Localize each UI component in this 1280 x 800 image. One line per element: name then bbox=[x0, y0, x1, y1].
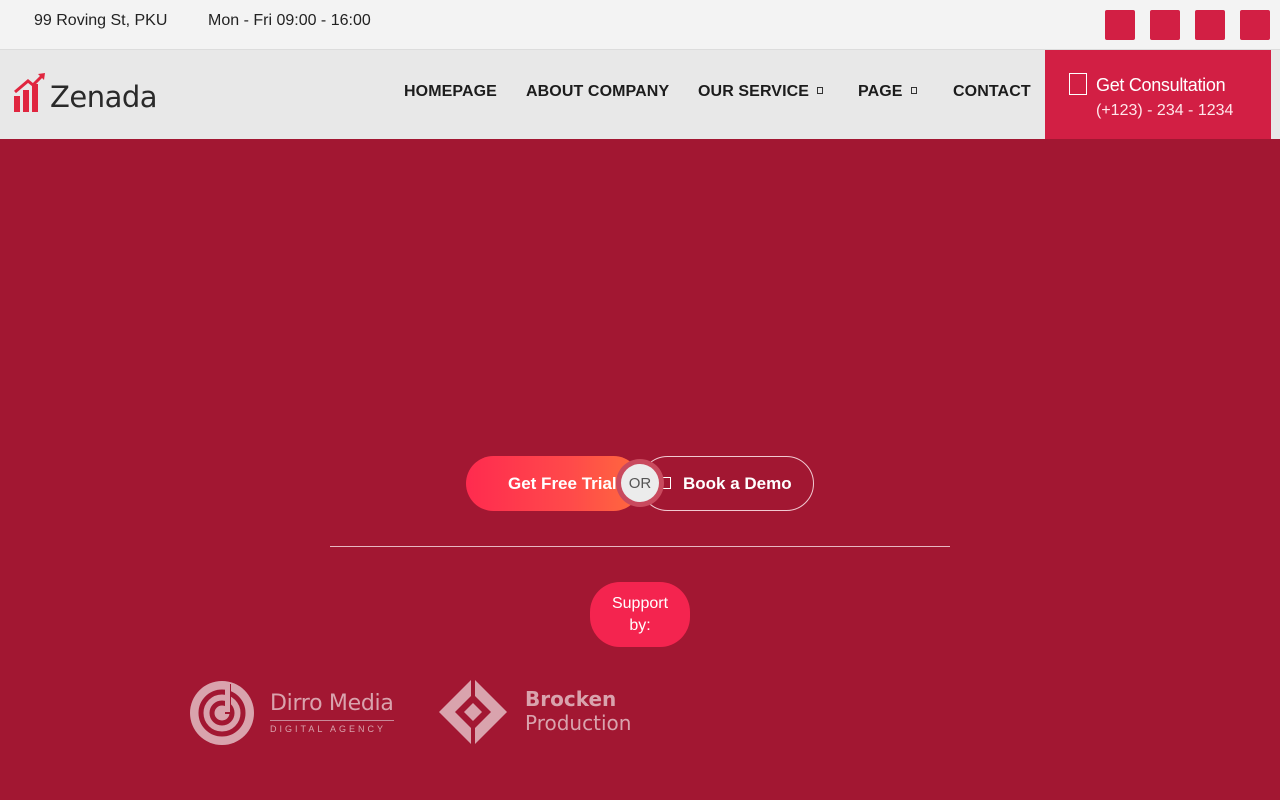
social-icon-4[interactable] bbox=[1240, 10, 1270, 40]
or-badge: OR bbox=[616, 459, 664, 507]
hours-text: Mon - Fri 09:00 - 16:00 bbox=[208, 12, 371, 29]
social-icon-3[interactable] bbox=[1195, 10, 1225, 40]
dirro-media-logo-icon bbox=[190, 681, 254, 745]
main-nav: HOMEPAGE ABOUT COMPANY OUR SERVICE PAGE … bbox=[0, 83, 1045, 105]
main-header: Zenada HOMEPAGE ABOUT COMPANY OUR SERVIC… bbox=[0, 50, 1280, 139]
divider bbox=[330, 546, 950, 547]
top-bar: 99 Roving St, PKU Mon - Fri 09:00 - 16:0… bbox=[0, 0, 1280, 50]
chevron-down-icon bbox=[910, 87, 917, 94]
nav-about-company-label: ABOUT COMPANY bbox=[526, 83, 670, 100]
get-free-trial-label: Get Free Trial bbox=[508, 473, 617, 493]
nav-our-service-label: OUR SERVICE bbox=[698, 83, 810, 100]
brocken-production-text: Brocken Production bbox=[525, 688, 631, 736]
nav-contact[interactable]: CONTACT bbox=[953, 83, 1031, 101]
nav-page[interactable]: PAGE bbox=[858, 83, 917, 101]
social-icon-1[interactable] bbox=[1105, 10, 1135, 40]
get-consultation-button[interactable]: Get Consultation (+123) - 234 - 1234 bbox=[1045, 50, 1271, 139]
cta-title: Get Consultation bbox=[1096, 75, 1226, 95]
nav-page-label: PAGE bbox=[858, 83, 903, 100]
or-label: OR bbox=[621, 464, 659, 502]
brocken-name: Brocken bbox=[525, 687, 617, 711]
cta-phone: (+123) - 234 - 1234 bbox=[1096, 102, 1234, 119]
social-icon-2[interactable] bbox=[1150, 10, 1180, 40]
phone-icon bbox=[1069, 73, 1087, 95]
get-free-trial-button[interactable]: Get Free Trial bbox=[466, 456, 641, 511]
dirro-media-tagline: DIGITAL AGENCY bbox=[270, 719, 394, 734]
nav-homepage-label: HOMEPAGE bbox=[404, 83, 497, 100]
dirro-media-text: Dirro Media DIGITAL AGENCY bbox=[270, 690, 394, 734]
book-demo-label: Book a Demo bbox=[683, 473, 792, 493]
support-by-badge: Support by: bbox=[590, 582, 690, 647]
chevron-down-icon bbox=[817, 87, 824, 94]
nav-our-service[interactable]: OUR SERVICE bbox=[698, 83, 824, 101]
partner-brocken-production[interactable]: Brocken Production bbox=[437, 676, 631, 748]
nav-homepage[interactable]: HOMEPAGE bbox=[404, 83, 497, 101]
dirro-media-name: Dirro Media bbox=[270, 690, 394, 716]
partner-dirro-media[interactable]: Dirro Media DIGITAL AGENCY bbox=[189, 680, 394, 746]
brocken-production-logo-icon bbox=[439, 678, 507, 746]
social-links bbox=[1105, 10, 1270, 40]
nav-about-company[interactable]: ABOUT COMPANY bbox=[526, 83, 669, 101]
support-by-label: Support by: bbox=[611, 594, 669, 634]
nav-contact-label: CONTACT bbox=[953, 83, 1031, 100]
address-text: 99 Roving St, PKU bbox=[34, 12, 168, 29]
book-demo-button[interactable]: Book a Demo bbox=[640, 456, 814, 511]
production-name: Production bbox=[525, 711, 632, 735]
